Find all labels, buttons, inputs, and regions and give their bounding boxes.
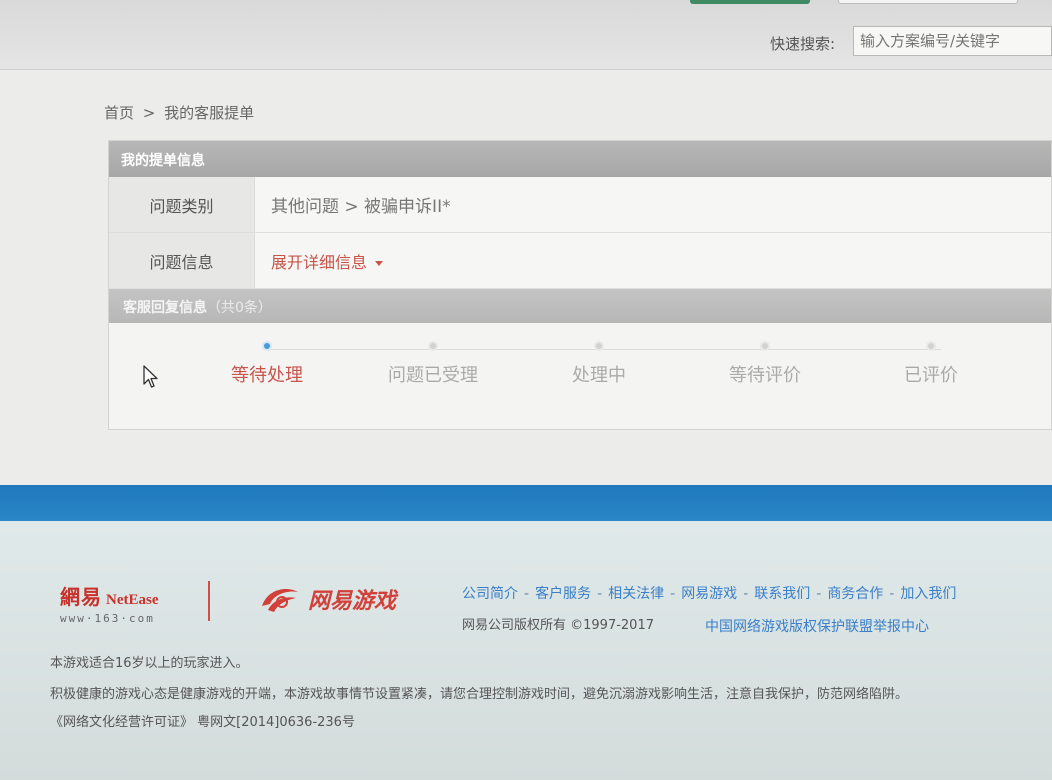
ticket-panel: 我的提单信息 问题类别 其他问题 > 被骗申诉II* 问题信息 展开详细信息 客… [108, 140, 1052, 430]
progress-tracker: 等待处理 问题已受理 处理中 等待评价 已评价 [109, 323, 1051, 423]
netease-logo[interactable]: 網易 NetEase www·163·com [60, 581, 200, 625]
step-dot [594, 341, 604, 351]
step-waiting: 等待处理 [207, 341, 327, 387]
info-row-category: 问题类别 其他问题 > 被骗申诉II* [109, 177, 1051, 233]
category-value: 其他问题 > 被骗申诉II* [255, 177, 1051, 232]
breadcrumb-separator: > [142, 104, 156, 122]
logo-en: NetEase [106, 592, 159, 608]
copyright: 网易公司版权所有 ©1997-2017 [462, 618, 654, 633]
link-separator: - [889, 586, 895, 602]
footer: 網易 NetEase www·163·com 网易游戏 公司简介 - 客户服务 - 相关法… [0, 521, 1052, 780]
step-dot [760, 341, 770, 351]
step-label: 已评价 [904, 365, 958, 386]
link-business[interactable]: 商务合作 [827, 586, 883, 602]
mouse-cursor-icon [143, 365, 158, 388]
logo-url: www·163·com [60, 612, 155, 625]
step-accepted: 问题已受理 [373, 341, 493, 387]
link-netease-games[interactable]: 网易游戏 [681, 586, 737, 602]
top-gray-button[interactable] [838, 0, 1018, 4]
expand-details-text[interactable]: 展开详细信息 [271, 253, 367, 272]
step-dot [262, 341, 272, 351]
expand-details-link[interactable]: 展开详细信息 [271, 249, 384, 273]
step-label: 等待处理 [231, 365, 303, 386]
caret-down-icon[interactable] [375, 260, 384, 266]
step-label: 等待评价 [729, 365, 801, 386]
swirl-logo-icon [262, 588, 298, 612]
logo-divider [208, 581, 210, 621]
details-value: 展开详细信息 [255, 233, 1051, 288]
report-center-link[interactable]: 中国网络游戏版权保护联盟举报中心 [705, 616, 929, 636]
step-label: 问题已受理 [388, 365, 478, 386]
breadcrumb-home[interactable]: 首页 [104, 104, 134, 122]
link-customer-service[interactable]: 客户服务 [535, 586, 591, 602]
quick-search-input[interactable] [853, 26, 1052, 56]
games-logo-text: 网易游戏 [308, 588, 397, 614]
age-notice: 本游戏适合16岁以上的玩家进入。 [50, 656, 249, 671]
top-header: 快速搜索: [0, 0, 1052, 70]
step-label: 处理中 [572, 365, 626, 386]
footer-links: 公司简介 - 客户服务 - 相关法律 - 网易游戏 - 联系我们 - 商务合作 - 加入我们 [462, 583, 956, 603]
quick-search-label: 快速搜索: [770, 35, 836, 53]
link-join-us[interactable]: 加入我们 [900, 586, 956, 602]
ticket-section-title: 我的提单信息 [109, 141, 1051, 177]
link-legal[interactable]: 相关法律 [608, 586, 664, 602]
health-notice: 积极健康的游戏心态是健康游戏的开端，本游戏故事情节设置紧凑，请您合理控制游戏时间… [50, 687, 909, 702]
link-separator: - [816, 586, 822, 602]
logo-cn: 網易 [60, 585, 102, 609]
step-dot [428, 341, 438, 351]
link-separator: - [597, 586, 603, 602]
reply-section-title: 客服回复信息 [123, 300, 207, 316]
link-about[interactable]: 公司简介 [462, 586, 518, 602]
reply-count: （共0条） [207, 300, 272, 316]
breadcrumb-current: 我的客服提单 [164, 104, 255, 122]
link-contact[interactable]: 联系我们 [754, 586, 810, 602]
netease-games-logo[interactable]: 网易游戏 [258, 583, 396, 615]
details-label: 问题信息 [109, 233, 255, 288]
info-row-details: 问题信息 展开详细信息 [109, 233, 1051, 289]
step-dot [926, 341, 936, 351]
step-processing: 处理中 [539, 341, 659, 387]
license-text: 《网络文化经营许可证》 粤网文[2014]0636-236号 [50, 715, 355, 730]
reply-section-header: 客服回复信息（共0条） [109, 289, 1051, 323]
top-green-button[interactable] [690, 0, 810, 4]
category-label: 问题类别 [109, 177, 255, 232]
link-separator: - [743, 586, 749, 602]
link-separator: - [670, 586, 676, 602]
step-reviewed: 已评价 [871, 341, 991, 387]
breadcrumb: 首页 > 我的客服提单 [104, 102, 258, 123]
footer-blue-band [0, 485, 1052, 521]
link-separator: - [524, 586, 530, 602]
step-awaiting-review: 等待评价 [705, 341, 825, 387]
